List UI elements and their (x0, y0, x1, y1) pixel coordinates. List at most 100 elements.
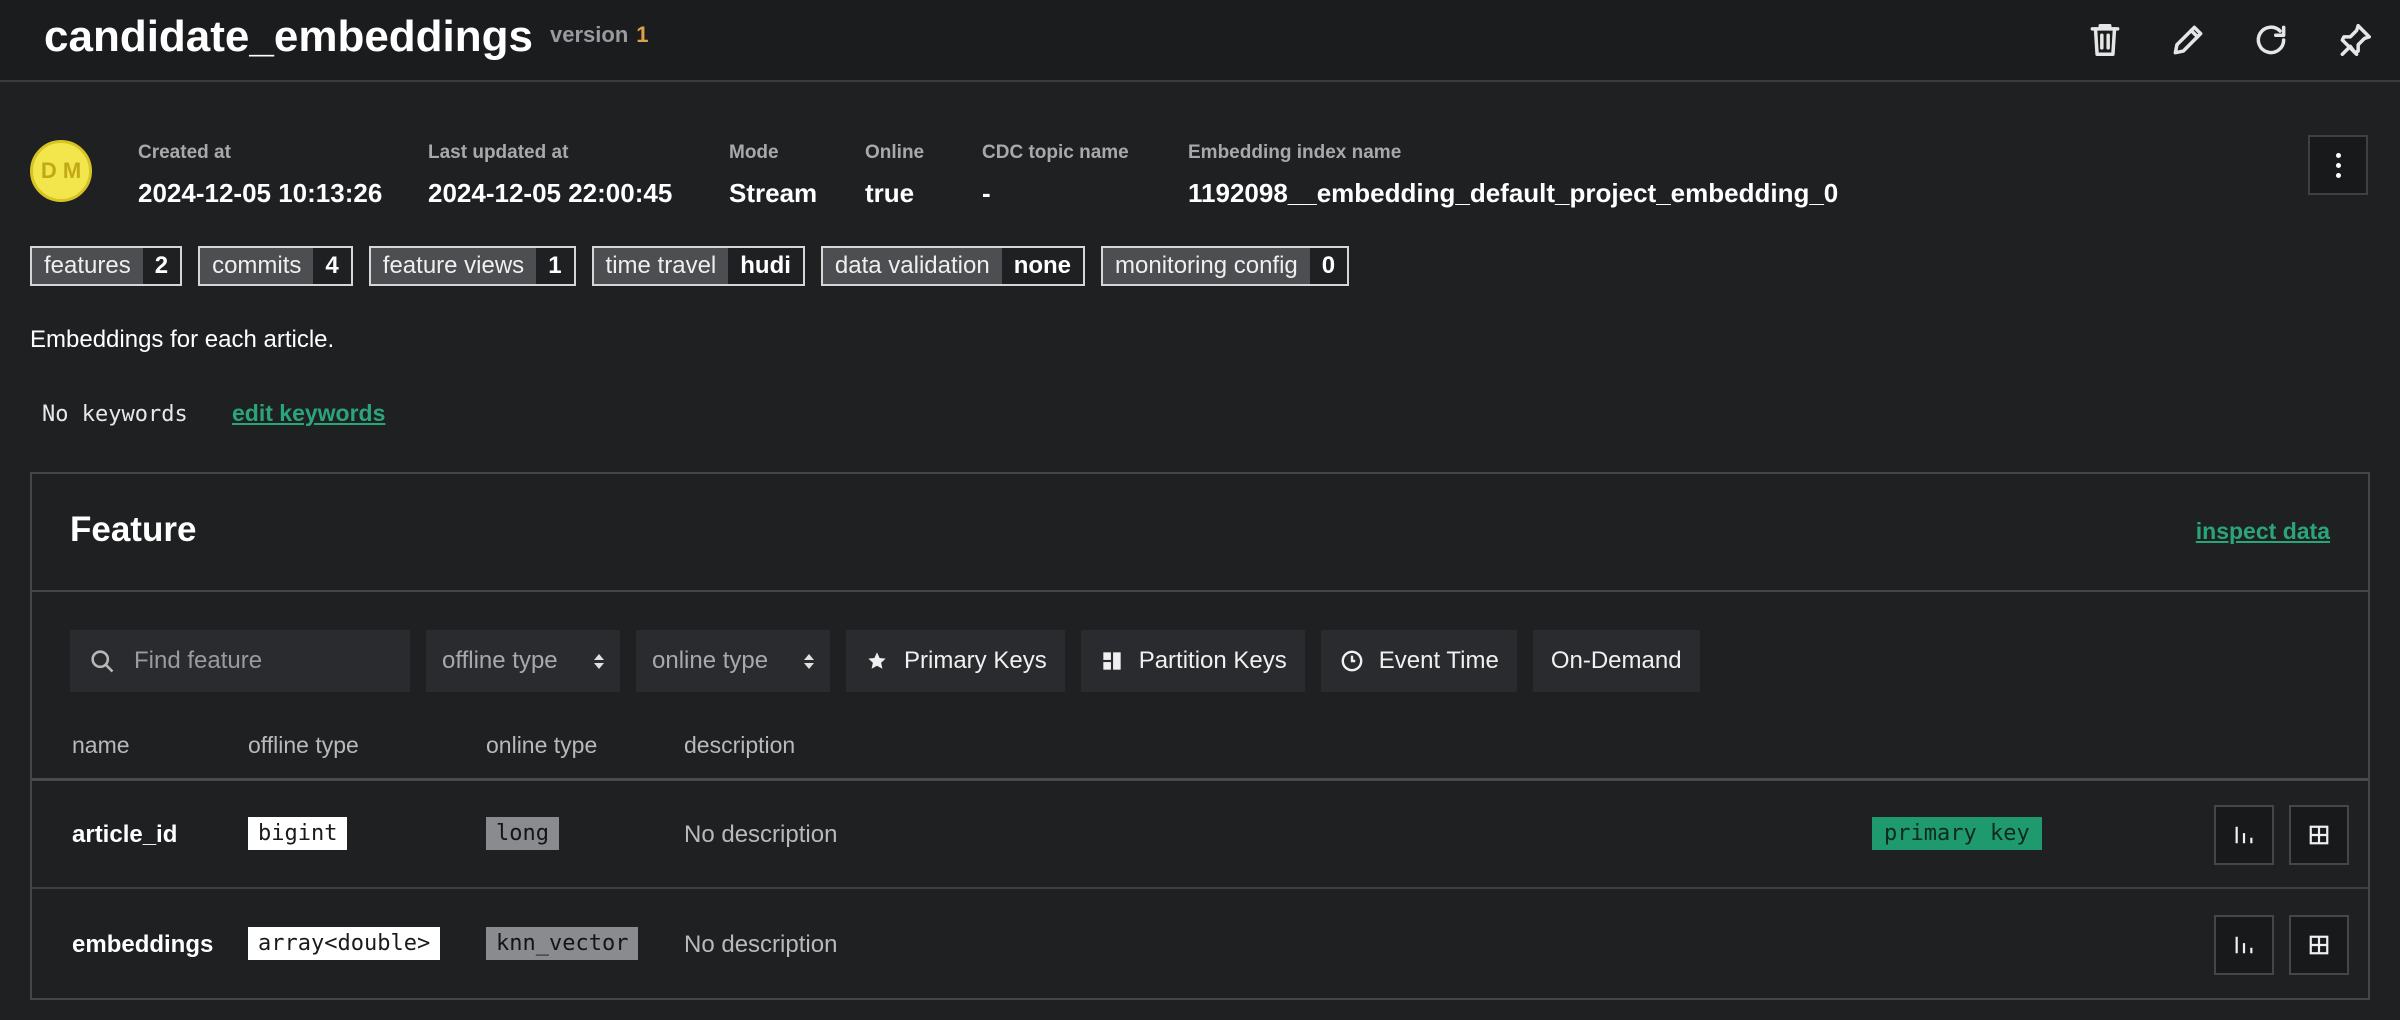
version-label: version (550, 22, 629, 47)
page-header: candidate_embeddings version 1 (0, 0, 2400, 82)
badge-key: time travel (593, 248, 729, 284)
badge-value: 4 (313, 248, 351, 284)
on-demand-filter-button[interactable]: On-Demand (1532, 630, 1700, 692)
clock-icon (1341, 650, 1363, 672)
badge-data-validation[interactable]: data validation none (820, 246, 1086, 286)
column-header-description: description (684, 732, 796, 758)
badge-key: monitoring config (1103, 248, 1310, 284)
badge-key: features (32, 248, 143, 284)
edit-keywords-link[interactable]: edit keywords (232, 400, 385, 427)
feature-table-button[interactable] (2289, 805, 2349, 865)
primary-keys-filter-button[interactable]: Primary Keys (846, 630, 1065, 692)
avatar: D M (30, 140, 92, 202)
stats-badges: features 2 commits 4 feature views 1 time t… (30, 246, 1350, 286)
pin-button[interactable] (2327, 12, 2383, 68)
meta-label: Created at (138, 142, 231, 163)
feature-table-button[interactable] (2289, 915, 2349, 975)
bar-chart-icon (2235, 826, 2253, 844)
partition-keys-filter-button[interactable]: Partition Keys (1080, 630, 1305, 692)
offline-type-tag: bigint (248, 817, 348, 850)
search-icon (91, 650, 114, 673)
feature-group-description: Embeddings for each article. (30, 326, 335, 353)
feature-description: No description (684, 931, 838, 958)
feature-statistics-button[interactable] (2214, 915, 2274, 975)
meta-value: true (865, 178, 915, 208)
meta-value: 2024-12-05 22:00:45 (428, 178, 673, 208)
feature-search (70, 630, 410, 692)
badge-time-travel[interactable]: time travel hudi (591, 246, 805, 286)
badge-value: 2 (142, 248, 181, 284)
online-type-select[interactable]: online type (636, 630, 830, 692)
version-indicator: version 1 (550, 22, 649, 48)
grid-icon (2309, 935, 2329, 955)
online-type-tag: long (486, 817, 559, 850)
sort-caret-icon (804, 653, 814, 669)
badge-features[interactable]: features 2 (30, 246, 183, 286)
filter-button-label: Event Time (1378, 647, 1499, 674)
meta-embedding-index: Embedding index name 1192098__embedding_… (1188, 142, 1838, 209)
offline-type-tag: array<double> (248, 927, 441, 960)
badge-monitoring-config[interactable]: monitoring config 0 (1101, 246, 1350, 286)
feature-name: article_id (72, 821, 178, 848)
online-type-select-label: online type (652, 647, 769, 674)
pencil-icon (2173, 25, 2203, 55)
event-time-filter-button[interactable]: Event Time (1320, 630, 1517, 692)
meta-value: - (982, 178, 991, 208)
meta-label: Online (865, 142, 925, 163)
delete-button[interactable] (2077, 12, 2133, 68)
inspect-data-link[interactable]: inspect data (2196, 518, 2330, 545)
offline-type-select[interactable]: offline type (426, 630, 620, 692)
meta-label: CDC topic name (982, 142, 1129, 163)
meta-label: Embedding index name (1188, 142, 1402, 163)
sort-caret-icon (594, 653, 604, 669)
feature-panel-title: Feature (70, 510, 197, 549)
grid-icon (2309, 825, 2329, 845)
online-type-tag: knn_vector (486, 927, 639, 960)
refresh-button[interactable] (2243, 12, 2299, 68)
badge-value: none (1001, 248, 1084, 284)
badge-key: feature views (370, 248, 537, 284)
more-vertical-icon (2335, 152, 2341, 178)
badge-value: 0 (1309, 248, 1348, 284)
star-icon (868, 652, 886, 669)
feature-name: embeddings (72, 931, 214, 958)
meta-mode: Mode Stream (729, 142, 817, 209)
meta-value: 1192098__embedding_default_project_embed… (1188, 178, 1839, 208)
bar-chart-icon (2235, 936, 2253, 954)
badge-key: commits (200, 248, 314, 284)
table-row: article_id bigint long No description pr… (32, 781, 2368, 889)
trash-icon (2090, 24, 2120, 56)
edit-button[interactable] (2160, 12, 2216, 68)
meta-online: Online true (865, 142, 924, 209)
feature-statistics-button[interactable] (2214, 805, 2274, 865)
primary-key-badge: primary key (1872, 817, 2042, 850)
find-feature-input[interactable] (134, 647, 374, 675)
meta-last-updated: Last updated at 2024-12-05 22:00:45 (428, 142, 672, 209)
feature-filters: offline type online type Primary Keys Pa… (70, 630, 1700, 692)
more-options-button[interactable] (2308, 135, 2368, 195)
filter-button-label: Partition Keys (1138, 647, 1287, 674)
no-keywords-text: No keywords (42, 402, 188, 427)
feature-panel: Feature inspect data offline type online… (30, 472, 2370, 1000)
feature-description: No description (684, 821, 838, 848)
table-row: embeddings array<double> knn_vector No d… (32, 891, 2368, 999)
meta-label: Mode (729, 142, 779, 163)
column-header-name: name (72, 732, 130, 758)
feature-panel-header: Feature inspect data (32, 474, 2368, 592)
badge-key: data validation (822, 248, 1002, 284)
badge-value: hudi (728, 248, 803, 284)
badge-commits[interactable]: commits 4 (198, 246, 353, 286)
meta-value: 2024-12-05 10:13:26 (138, 178, 383, 208)
meta-cdc-topic: CDC topic name - (982, 142, 1129, 209)
partition-icon (1103, 652, 1121, 670)
column-header-offline-type: offline type (248, 732, 359, 758)
offline-type-select-label: offline type (442, 647, 558, 674)
filter-button-label: On-Demand (1550, 647, 1682, 674)
pin-icon (2340, 24, 2371, 56)
meta-created-at: Created at 2024-12-05 10:13:26 (138, 142, 382, 209)
refresh-icon (2256, 25, 2286, 55)
meta-label: Last updated at (428, 142, 569, 163)
badge-feature-views[interactable]: feature views 1 (368, 246, 576, 286)
meta-value: Stream (729, 178, 818, 208)
column-header-online-type: online type (486, 732, 598, 758)
